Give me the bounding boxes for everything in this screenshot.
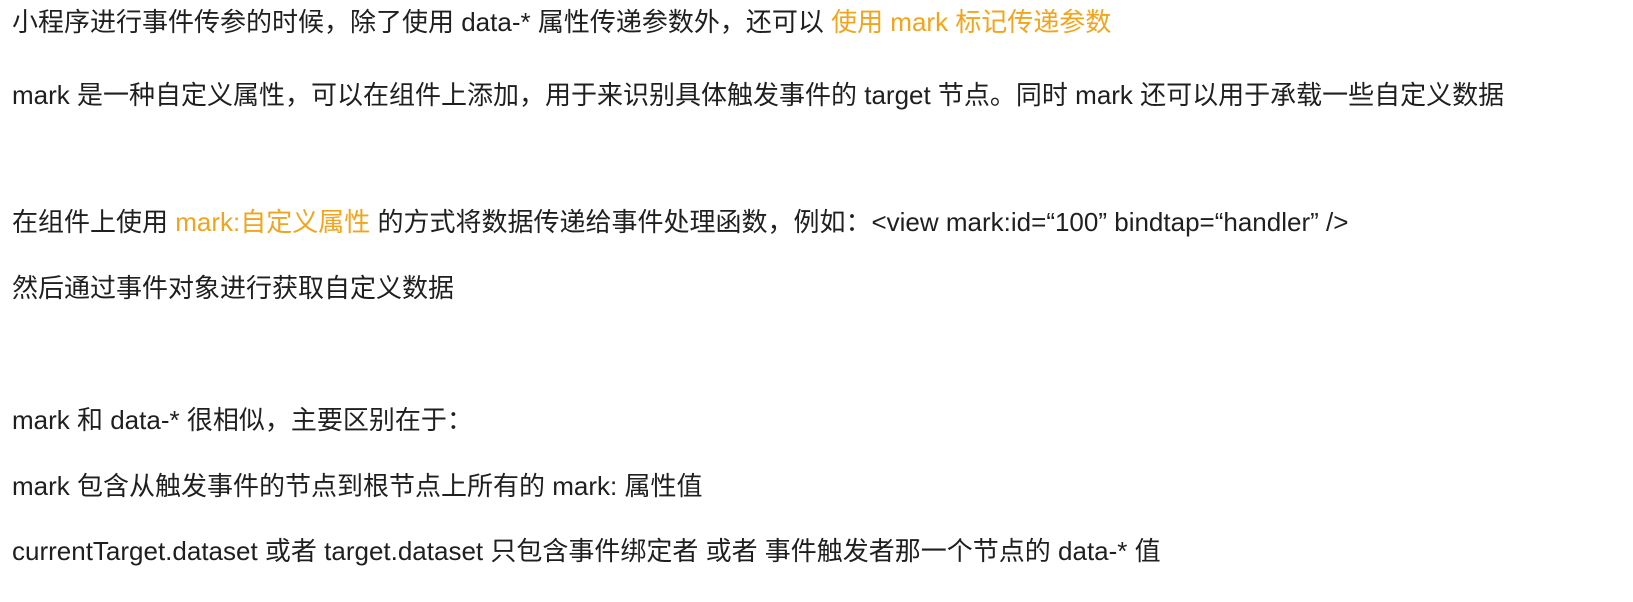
intro-text: 小程序进行事件传参的时候，除了使用 data-* 属性传递参数外，还可以 bbox=[12, 7, 832, 37]
usage-tail: 的方式将数据传递给事件处理函数，例如：<view mark:id=“100” b… bbox=[370, 207, 1349, 237]
mark-definition-text: mark 是一种自定义属性，可以在组件上添加，用于来识别具体触发事件的 targ… bbox=[12, 80, 1505, 110]
usage-text: 在组件上使用 bbox=[12, 207, 176, 237]
document-page: 小程序进行事件传参的时候，除了使用 data-* 属性传递参数外，还可以 使用 … bbox=[0, 0, 1633, 602]
paragraph-intro: 小程序进行事件传参的时候，除了使用 data-* 属性传递参数外，还可以 使用 … bbox=[12, 5, 1111, 39]
usage-highlight: mark:自定义属性 bbox=[175, 207, 371, 237]
mark-scope-text: mark 包含从触发事件的节点到根节点上所有的 mark: 属性值 bbox=[12, 471, 703, 501]
paragraph-retrieve: 然后通过事件对象进行获取自定义数据 bbox=[12, 271, 454, 305]
paragraph-mark-scope: mark 包含从触发事件的节点到根节点上所有的 mark: 属性值 bbox=[12, 469, 702, 503]
dataset-scope-text: currentTarget.dataset 或者 target.dataset … bbox=[12, 536, 1161, 566]
paragraph-dataset-scope: currentTarget.dataset 或者 target.dataset … bbox=[12, 534, 1161, 568]
paragraph-mark-definition: mark 是一种自定义属性，可以在组件上添加，用于来识别具体触发事件的 targ… bbox=[12, 78, 1504, 112]
paragraph-usage: 在组件上使用 mark:自定义属性 的方式将数据传递给事件处理函数，例如：<vi… bbox=[12, 205, 1348, 239]
paragraph-difference-heading: mark 和 data-* 很相似，主要区别在于： bbox=[12, 403, 473, 437]
intro-highlight: 使用 mark 标记传递参数 bbox=[831, 7, 1112, 37]
retrieve-text: 然后通过事件对象进行获取自定义数据 bbox=[12, 273, 455, 303]
difference-heading-text: mark 和 data-* 很相似，主要区别在于： bbox=[12, 405, 473, 435]
